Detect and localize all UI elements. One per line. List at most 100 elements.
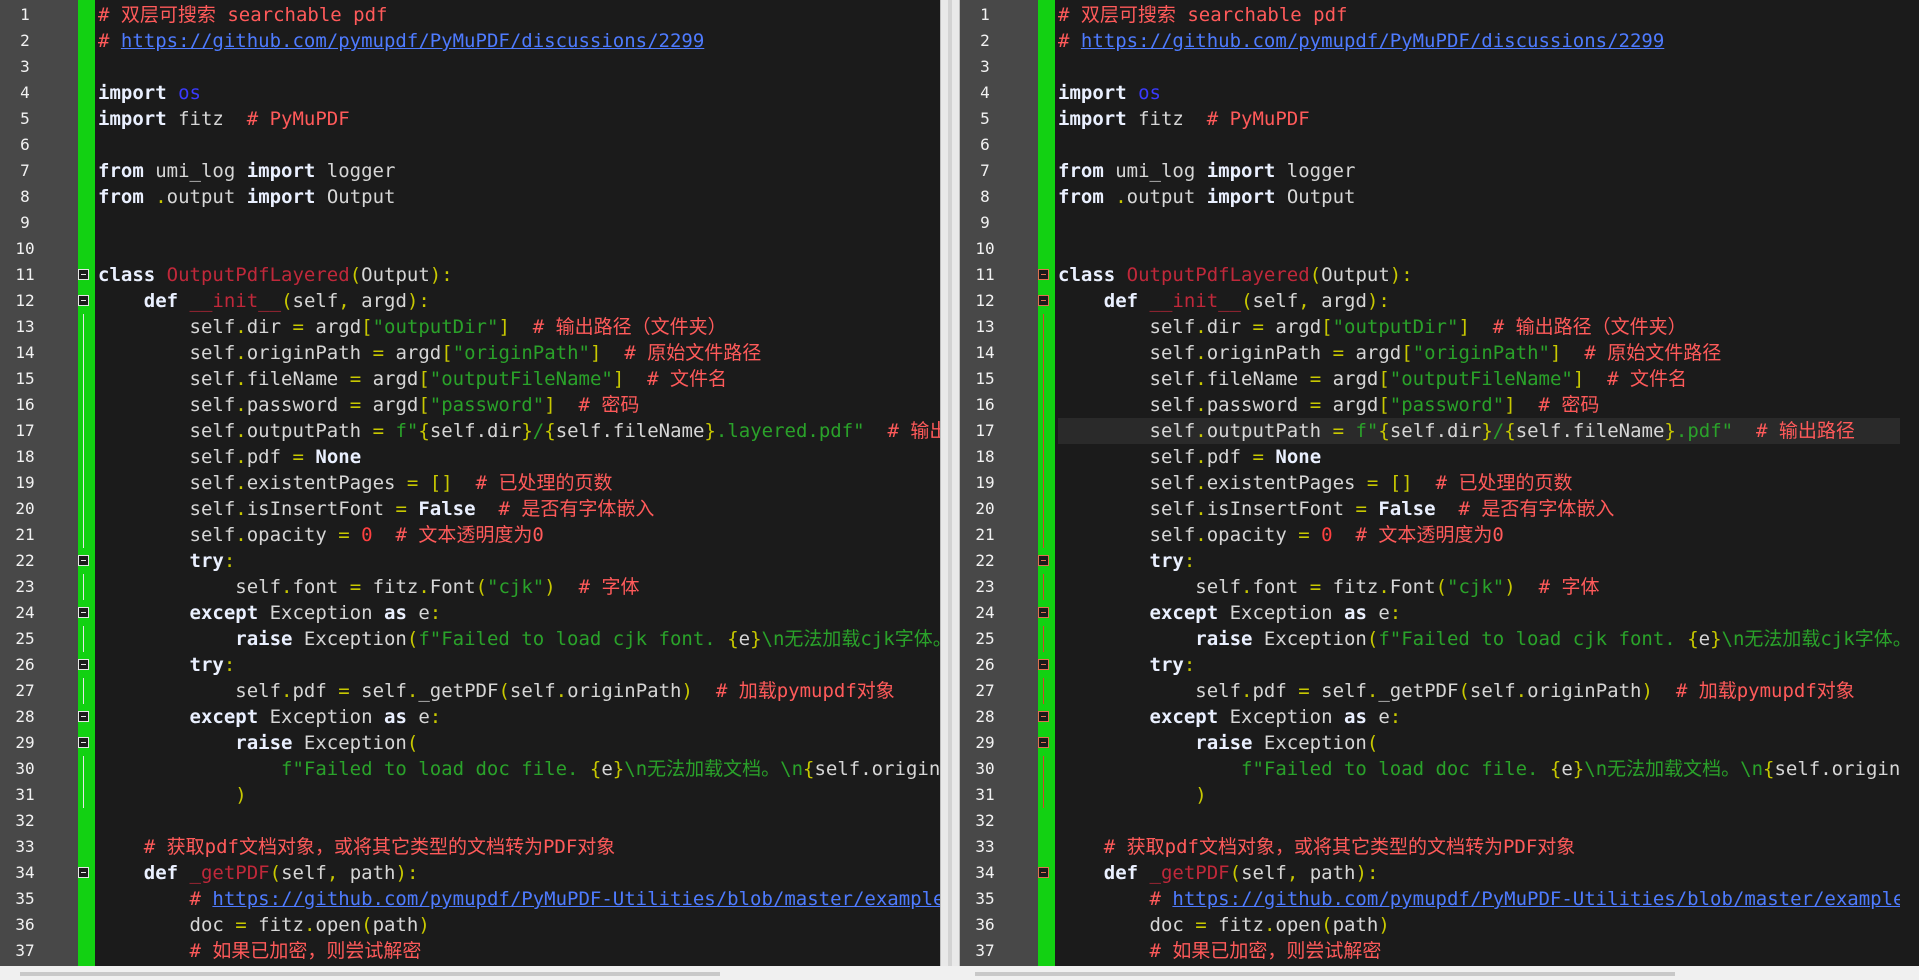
code-line[interactable]: 22 try: [975, 548, 1900, 574]
code-line[interactable]: 33 # 获取pdf文档对象，或将其它类型的文档转为PDF对象 [975, 834, 1900, 860]
code-line[interactable]: 30 f"Failed to load doc file. {e}\n无法加载文… [15, 756, 940, 782]
fold-toggle-icon[interactable] [1038, 711, 1049, 722]
pane-splitter[interactable] [940, 0, 960, 980]
code-line[interactable]: 16 self.password = argd["password"] # 密码 [15, 392, 940, 418]
code-line[interactable]: 25 raise Exception(f"Failed to load cjk … [15, 626, 940, 652]
right-horizontal-scrollbar[interactable] [975, 972, 1675, 976]
code-line[interactable]: 36 doc = fitz.open(path) [15, 912, 940, 938]
code-line[interactable]: 26 try: [975, 652, 1900, 678]
code-line[interactable]: 13 self.dir = argd["outputDir"] # 输出路径（文… [15, 314, 940, 340]
code-line[interactable]: 35 # https://github.com/pymupdf/PyMuPDF-… [975, 886, 1900, 912]
fold-toggle-icon[interactable] [1038, 737, 1049, 748]
code-line[interactable]: 25 raise Exception(f"Failed to load cjk … [975, 626, 1900, 652]
code-line[interactable]: 21 self.opacity = 0 # 文本透明度为0 [15, 522, 940, 548]
code-line[interactable]: 37 # 如果已加密，则尝试解密 [975, 938, 1900, 964]
code-line[interactable]: 7 from umi_log import logger [20, 158, 940, 184]
code-line[interactable]: 22 try: [15, 548, 940, 574]
code-line[interactable]: 6 [20, 132, 940, 158]
code-line[interactable]: 23 self.font = fitz.Font("cjk") # 字体 [15, 574, 940, 600]
code-line[interactable]: 19 self.existentPages = [] # 已处理的页数 [15, 470, 940, 496]
code-line[interactable]: 23 self.font = fitz.Font("cjk") # 字体 [975, 574, 1900, 600]
code-line[interactable]: 24 except Exception as e: [975, 600, 1900, 626]
fold-toggle-icon[interactable] [78, 867, 89, 878]
code-line[interactable]: 19 self.existentPages = [] # 已处理的页数 [975, 470, 1900, 496]
code-line[interactable]: 3 [980, 54, 1900, 80]
fold-toggle-icon[interactable] [78, 269, 89, 280]
code-line[interactable]: 3 [20, 54, 940, 80]
code-line[interactable]: 18 self.pdf = None [15, 444, 940, 470]
line-text: except Exception as e: [189, 602, 442, 624]
fold-toggle-icon[interactable] [78, 295, 89, 306]
code-line[interactable]: 34 def _getPDF(self, path): [975, 860, 1900, 886]
code-line[interactable]: 2 # https://github.com/pymupdf/PyMuPDF/di… [980, 28, 1900, 54]
code-line[interactable]: 10 [975, 236, 1900, 262]
code-line[interactable]: 30 f"Failed to load doc file. {e}\n无法加载文… [975, 756, 1900, 782]
fold-toggle-icon[interactable] [78, 659, 89, 670]
code-line[interactable]: 17 self.outputPath = f"{self.dir}/{self.… [15, 418, 940, 444]
code-line[interactable]: 20 self.isInsertFont = False # 是否有字体嵌入 [975, 496, 1900, 522]
code-line[interactable]: 2 # https://github.com/pymupdf/PyMuPDF/di… [20, 28, 940, 54]
code-area[interactable]: 1 # 双层可搜索 searchable pdf 2 # https://github… [15, 2, 940, 964]
code-line[interactable]: 12 def __init__(self, argd): [15, 288, 940, 314]
code-line[interactable]: 14 self.originPath = argd["originPath"] … [975, 340, 1900, 366]
code-line[interactable]: 29 raise Exception( [975, 730, 1900, 756]
right-editor-pane[interactable]: 1 # 双层可搜索 searchable pdf 2 # https://github… [960, 0, 1900, 966]
code-line[interactable]: 17 self.outputPath = f"{self.dir}/{self.… [975, 418, 1900, 444]
code-line[interactable]: 14 self.originPath = argd["originPath"] … [15, 340, 940, 366]
code-line[interactable]: 1 # 双层可搜索 searchable pdf [980, 2, 1900, 28]
fold-toggle-icon[interactable] [78, 711, 89, 722]
code-line[interactable]: 10 [15, 236, 940, 262]
code-line[interactable]: 7 from umi_log import logger [980, 158, 1900, 184]
code-line[interactable]: 4 import os [20, 80, 940, 106]
code-line[interactable]: 15 self.fileName = argd["outputFileName"… [975, 366, 1900, 392]
fold-toggle-icon[interactable] [1038, 269, 1049, 280]
splitter-grip[interactable] [948, 0, 952, 980]
code-line[interactable]: 29 raise Exception( [15, 730, 940, 756]
code-line[interactable]: 28 except Exception as e: [975, 704, 1900, 730]
code-line[interactable]: 31 ) [975, 782, 1900, 808]
code-line[interactable]: 5 import fitz # PyMuPDF [20, 106, 940, 132]
code-line[interactable]: 36 doc = fitz.open(path) [975, 912, 1900, 938]
code-line[interactable]: 9 [20, 210, 940, 236]
code-line[interactable]: 18 self.pdf = None [975, 444, 1900, 470]
code-line[interactable]: 4 import os [980, 80, 1900, 106]
code-line[interactable]: 35 # https://github.com/pymupdf/PyMuPDF-… [15, 886, 940, 912]
code-line[interactable]: 6 [980, 132, 1900, 158]
fold-toggle-icon[interactable] [78, 607, 89, 618]
code-line[interactable]: 8 from .output import Output [980, 184, 1900, 210]
code-line[interactable]: 12 def __init__(self, argd): [975, 288, 1900, 314]
code-line[interactable]: 9 [980, 210, 1900, 236]
code-line[interactable]: 11 class OutputPdfLayered(Output): [975, 262, 1900, 288]
line-text: # 获取pdf文档对象，或将其它类型的文档转为PDF对象 [1103, 836, 1576, 858]
code-line[interactable]: 16 self.password = argd["password"] # 密码 [975, 392, 1900, 418]
code-line[interactable]: 26 try: [15, 652, 940, 678]
code-line[interactable]: 37 # 如果已加密，则尝试解密 [15, 938, 940, 964]
left-horizontal-scrollbar[interactable] [20, 972, 720, 976]
code-line[interactable]: 28 except Exception as e: [15, 704, 940, 730]
fold-toggle-icon[interactable] [1038, 659, 1049, 670]
code-line[interactable]: 15 self.fileName = argd["outputFileName"… [15, 366, 940, 392]
code-area[interactable]: 1 # 双层可搜索 searchable pdf 2 # https://github… [975, 2, 1900, 964]
fold-toggle-icon[interactable] [1038, 295, 1049, 306]
code-line[interactable]: 13 self.dir = argd["outputDir"] # 输出路径（文… [975, 314, 1900, 340]
fold-toggle-icon[interactable] [78, 555, 89, 566]
code-line[interactable]: 20 self.isInsertFont = False # 是否有字体嵌入 [15, 496, 940, 522]
code-line[interactable]: 31 ) [15, 782, 940, 808]
code-line[interactable]: 32 [15, 808, 940, 834]
code-line[interactable]: 8 from .output import Output [20, 184, 940, 210]
code-line[interactable]: 24 except Exception as e: [15, 600, 940, 626]
code-line[interactable]: 1 # 双层可搜索 searchable pdf [20, 2, 940, 28]
code-line[interactable]: 27 self.pdf = self._getPDF(self.originPa… [975, 678, 1900, 704]
fold-toggle-icon[interactable] [78, 737, 89, 748]
left-editor-pane[interactable]: 1 # 双层可搜索 searchable pdf 2 # https://github… [0, 0, 940, 966]
code-line[interactable]: 5 import fitz # PyMuPDF [980, 106, 1900, 132]
code-line[interactable]: 21 self.opacity = 0 # 文本透明度为0 [975, 522, 1900, 548]
fold-toggle-icon[interactable] [1038, 555, 1049, 566]
fold-toggle-icon[interactable] [1038, 607, 1049, 618]
code-line[interactable]: 33 # 获取pdf文档对象，或将其它类型的文档转为PDF对象 [15, 834, 940, 860]
code-line[interactable]: 34 def _getPDF(self, path): [15, 860, 940, 886]
fold-toggle-icon[interactable] [1038, 867, 1049, 878]
code-line[interactable]: 11 class OutputPdfLayered(Output): [15, 262, 940, 288]
code-line[interactable]: 27 self.pdf = self._getPDF(self.originPa… [15, 678, 940, 704]
code-line[interactable]: 32 [975, 808, 1900, 834]
